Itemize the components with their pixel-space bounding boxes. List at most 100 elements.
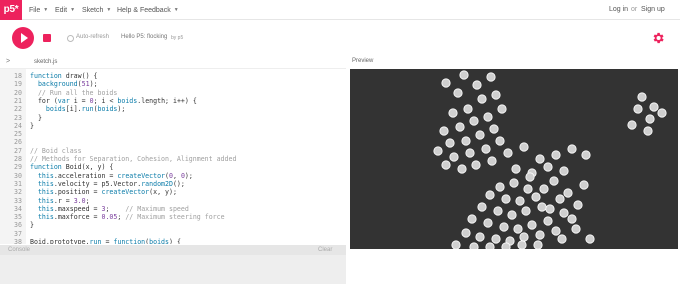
boid [457, 164, 467, 174]
chevron-down-icon: ▼ [43, 7, 49, 13]
boid [579, 180, 589, 190]
boid [461, 228, 471, 238]
boid [503, 148, 513, 158]
boid [483, 218, 493, 228]
code-text: Boid.prototype.run = function(boids) { [30, 238, 181, 244]
boid [501, 194, 511, 204]
boid [475, 130, 485, 140]
boid [439, 126, 449, 136]
code-editor[interactable]: 18 function draw() {19 background(51); 20 … [0, 68, 346, 244]
boid [497, 104, 507, 114]
chevron-right-icon[interactable]: > [6, 57, 10, 67]
boid [465, 148, 475, 158]
boid [507, 210, 517, 220]
chevron-down-icon: ▼ [173, 7, 179, 13]
boid [509, 178, 519, 188]
preview-canvas[interactable] [350, 69, 678, 249]
play-button[interactable] [12, 27, 34, 49]
sketch-name[interactable]: Hello P5: flocking [121, 34, 167, 40]
boid [477, 202, 487, 212]
boid [433, 146, 443, 156]
p5-logo[interactable]: p5* [0, 0, 22, 20]
boid [489, 124, 499, 134]
top-nav: p5* File ▼ Edit ▼ Sketch ▼ Help & Feedback ▼… [0, 0, 680, 20]
boid [535, 230, 545, 240]
boid [567, 144, 577, 154]
boid [521, 206, 531, 216]
boids-canvas [433, 70, 667, 249]
code-text: } [30, 121, 34, 130]
boid [519, 142, 529, 152]
boid [455, 122, 465, 132]
code-text: boids[i].run(boids); [45, 105, 126, 114]
boid [477, 94, 487, 104]
boid [515, 196, 525, 206]
boid [657, 108, 667, 118]
boid [485, 242, 495, 249]
boid [627, 120, 637, 130]
menu-file[interactable]: File ▼ [29, 0, 48, 20]
boid [533, 240, 543, 249]
menu-sketch[interactable]: Sketch ▼ [82, 0, 111, 20]
boid [493, 206, 503, 216]
boid [551, 226, 561, 236]
console-title: Console [8, 247, 31, 253]
boid [537, 202, 547, 212]
boid [487, 156, 497, 166]
boid [513, 224, 523, 234]
boid [469, 242, 479, 249]
boid [543, 216, 553, 226]
boid [485, 190, 495, 200]
menu-edit[interactable]: Edit ▼ [55, 0, 75, 20]
boid [469, 116, 479, 126]
code-text: this.maxforce = 0.05; // Maximum steerin… [37, 213, 225, 222]
boid [645, 114, 655, 124]
boid [581, 150, 591, 160]
signup-link[interactable]: Sign up [641, 0, 665, 20]
boid [467, 214, 477, 224]
boid [472, 80, 482, 90]
auto-refresh-label: Auto-refresh [76, 34, 110, 40]
nav-or-text: or [631, 6, 638, 13]
menu-help-feedback[interactable]: Help & Feedback ▼ [117, 0, 179, 20]
boid [511, 164, 521, 174]
boid [517, 240, 527, 249]
boid [531, 192, 541, 202]
boid [463, 104, 473, 114]
boid [495, 136, 505, 146]
boid [451, 240, 461, 249]
boid [441, 78, 451, 88]
console-clear-button[interactable]: Clear [318, 245, 332, 255]
boid [523, 184, 533, 194]
console-header: Console Clear [0, 245, 346, 255]
boid [471, 160, 481, 170]
boid [483, 112, 493, 122]
boid [555, 194, 565, 204]
login-link[interactable]: Log in [609, 0, 628, 20]
boid [557, 234, 567, 244]
boid [539, 184, 549, 194]
preview-label: Preview [352, 58, 374, 64]
boid [491, 234, 501, 244]
boid [585, 234, 595, 244]
stop-button[interactable] [40, 31, 54, 45]
boid [567, 214, 577, 224]
boid [481, 144, 491, 154]
boid [461, 136, 471, 146]
boid [643, 126, 653, 136]
boid [551, 150, 561, 160]
boid [453, 88, 463, 98]
boid [559, 208, 569, 218]
console-output [0, 255, 346, 284]
boid [448, 108, 458, 118]
boid [649, 102, 659, 112]
boid [445, 138, 455, 148]
boid [571, 224, 581, 234]
boid [495, 182, 505, 192]
auto-refresh-checkbox[interactable] [67, 35, 74, 42]
gear-icon[interactable] [651, 31, 665, 45]
boid [449, 152, 459, 162]
line-number: 38 [14, 238, 22, 244]
file-tab-sketch-js[interactable]: sketch.js [34, 57, 57, 67]
boid [519, 232, 529, 242]
